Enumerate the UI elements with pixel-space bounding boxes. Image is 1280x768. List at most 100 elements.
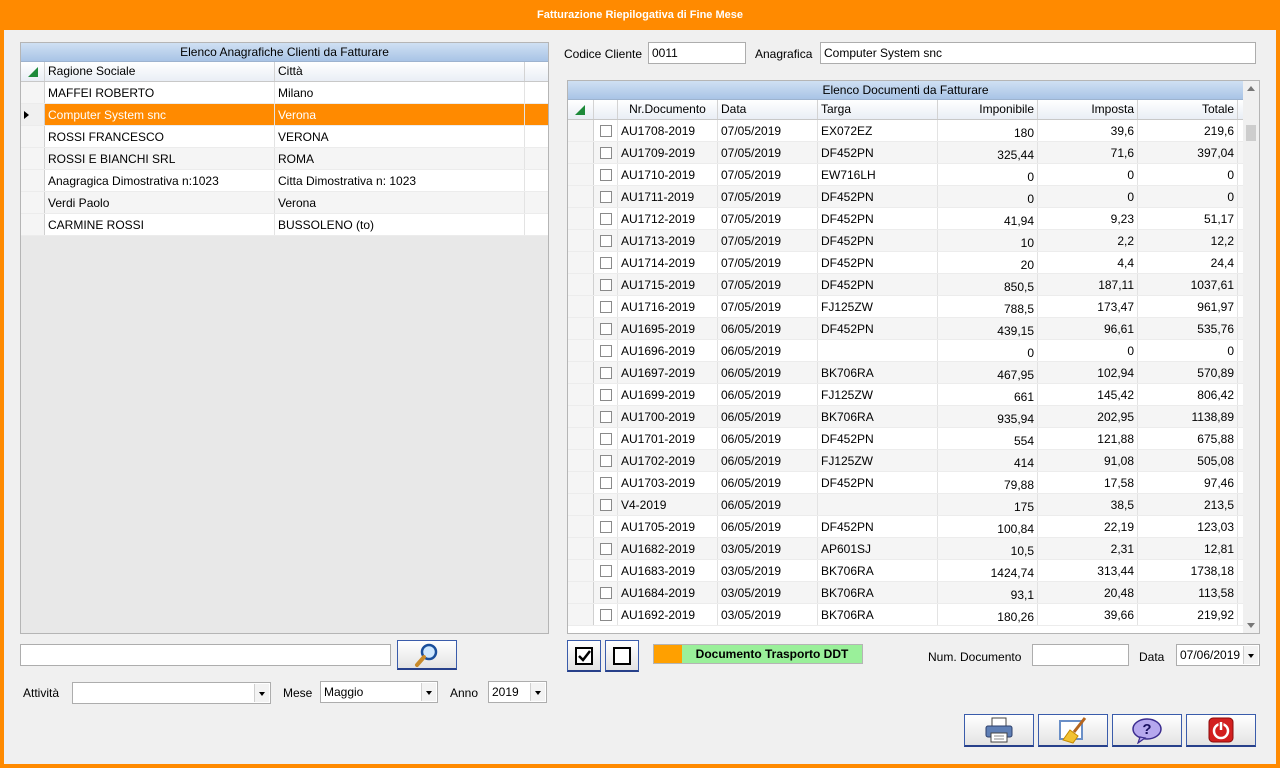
doc-checkbox[interactable] bbox=[599, 322, 612, 335]
clear-button[interactable] bbox=[1038, 714, 1108, 747]
doc-checkbox-cell[interactable] bbox=[594, 384, 618, 405]
doc-checkbox-cell[interactable] bbox=[594, 560, 618, 581]
col-data[interactable]: Data bbox=[718, 100, 818, 119]
document-row[interactable]: AU1709-2019 07/05/2019 DF452PN 325,44 71,6 39… bbox=[568, 142, 1243, 164]
col-totale[interactable]: Totale bbox=[1138, 100, 1238, 119]
doc-checkbox-cell[interactable] bbox=[594, 274, 618, 295]
row-selector[interactable] bbox=[568, 186, 594, 207]
col-imposta[interactable]: Imposta bbox=[1038, 100, 1138, 119]
doc-checkbox-cell[interactable] bbox=[594, 538, 618, 559]
document-row[interactable]: AU1714-2019 07/05/2019 DF452PN 20 4,4 24,4 bbox=[568, 252, 1243, 274]
doc-checkbox[interactable] bbox=[599, 432, 612, 445]
doc-checkbox-cell[interactable] bbox=[594, 142, 618, 163]
doc-checkbox-cell[interactable] bbox=[594, 516, 618, 537]
document-row[interactable]: AU1715-2019 07/05/2019 DF452PN 850,5 187,11 1… bbox=[568, 274, 1243, 296]
document-row[interactable]: AU1701-2019 06/05/2019 DF452PN 554 121,88 675… bbox=[568, 428, 1243, 450]
doc-checkbox-cell[interactable] bbox=[594, 208, 618, 229]
row-selector[interactable] bbox=[21, 148, 45, 169]
search-input[interactable] bbox=[20, 644, 391, 666]
doc-checkbox[interactable] bbox=[599, 608, 612, 621]
mese-select[interactable]: Maggio bbox=[320, 681, 438, 703]
doc-checkbox[interactable] bbox=[599, 168, 612, 181]
row-selector[interactable] bbox=[568, 428, 594, 449]
scrollbar-thumb[interactable] bbox=[1246, 125, 1256, 141]
row-selector[interactable] bbox=[568, 362, 594, 383]
document-row[interactable]: AU1696-2019 06/05/2019 0 0 0 bbox=[568, 340, 1243, 362]
doc-checkbox[interactable] bbox=[599, 520, 612, 533]
row-selector[interactable] bbox=[568, 142, 594, 163]
document-row[interactable]: AU1695-2019 06/05/2019 DF452PN 439,15 96,61 5… bbox=[568, 318, 1243, 340]
scroll-up-arrow-icon[interactable] bbox=[1247, 86, 1255, 91]
doc-checkbox-cell[interactable] bbox=[594, 296, 618, 317]
row-selector[interactable] bbox=[568, 318, 594, 339]
doc-checkbox[interactable] bbox=[599, 586, 612, 599]
doc-checkbox[interactable] bbox=[599, 498, 612, 511]
doc-checkbox-cell[interactable] bbox=[594, 406, 618, 427]
doc-checkbox[interactable] bbox=[599, 300, 612, 313]
search-button[interactable] bbox=[397, 640, 457, 670]
row-selector[interactable] bbox=[568, 120, 594, 141]
document-row[interactable]: AU1692-2019 03/05/2019 BK706RA 180,26 39,66 2… bbox=[568, 604, 1243, 626]
row-selector[interactable] bbox=[568, 406, 594, 427]
doc-checkbox[interactable] bbox=[599, 388, 612, 401]
document-row[interactable]: AU1708-2019 07/05/2019 EX072EZ 180 39,6 219,6 bbox=[568, 120, 1243, 142]
doc-checkbox[interactable] bbox=[599, 124, 612, 137]
doc-checkbox-cell[interactable] bbox=[594, 340, 618, 361]
doc-checkbox[interactable] bbox=[599, 564, 612, 577]
attivita-select[interactable] bbox=[72, 682, 271, 704]
num-documento-field[interactable] bbox=[1032, 644, 1129, 666]
row-selector[interactable] bbox=[21, 82, 45, 103]
data-picker[interactable]: 07/06/2019 bbox=[1176, 644, 1260, 666]
doc-checkbox[interactable] bbox=[599, 212, 612, 225]
row-selector[interactable] bbox=[568, 560, 594, 581]
doc-checkbox-cell[interactable] bbox=[594, 450, 618, 471]
documents-scrollbar[interactable] bbox=[1243, 81, 1259, 633]
row-selector[interactable] bbox=[568, 384, 594, 405]
document-row[interactable]: AU1697-2019 06/05/2019 BK706RA 467,95 102,94… bbox=[568, 362, 1243, 384]
row-selector[interactable] bbox=[568, 472, 594, 493]
deselect-all-button[interactable] bbox=[605, 640, 639, 672]
doc-checkbox-cell[interactable] bbox=[594, 164, 618, 185]
codice-cliente-field[interactable]: 0011 bbox=[648, 42, 746, 64]
scroll-down-arrow-icon[interactable] bbox=[1247, 623, 1255, 628]
col-citta[interactable]: Città bbox=[275, 62, 525, 81]
chevron-down-icon[interactable] bbox=[421, 683, 436, 701]
doc-checkbox[interactable] bbox=[599, 410, 612, 423]
anno-select[interactable]: 2019 bbox=[488, 681, 547, 703]
document-row[interactable]: AU1703-2019 06/05/2019 DF452PN 79,88 17,58 97… bbox=[568, 472, 1243, 494]
document-row[interactable]: AU1683-2019 03/05/2019 BK706RA 1424,74 313,4… bbox=[568, 560, 1243, 582]
document-row[interactable]: AU1705-2019 06/05/2019 DF452PN 100,84 22,19 1… bbox=[568, 516, 1243, 538]
client-row[interactable]: CARMINE ROSSI BUSSOLENO (to) bbox=[21, 214, 548, 236]
document-row[interactable]: V4-2019 06/05/2019 175 38,5 213,5 bbox=[568, 494, 1243, 516]
client-row[interactable]: Anagragica Dimostrativa n:1023 Citta Dimo… bbox=[21, 170, 548, 192]
doc-checkbox-cell[interactable] bbox=[594, 230, 618, 251]
row-selector[interactable] bbox=[568, 208, 594, 229]
row-selector[interactable] bbox=[568, 252, 594, 273]
doc-checkbox-cell[interactable] bbox=[594, 472, 618, 493]
select-all-corner[interactable] bbox=[568, 100, 594, 119]
col-imponibile[interactable]: Imponibile bbox=[938, 100, 1038, 119]
document-row[interactable]: AU1712-2019 07/05/2019 DF452PN 41,94 9,23 51,… bbox=[568, 208, 1243, 230]
document-row[interactable]: AU1711-2019 07/05/2019 DF452PN 0 0 0 bbox=[568, 186, 1243, 208]
row-selector[interactable] bbox=[568, 164, 594, 185]
row-selector[interactable] bbox=[568, 582, 594, 603]
anagrafica-field[interactable]: Computer System snc bbox=[820, 42, 1256, 64]
col-ragione-sociale[interactable]: Ragione Sociale bbox=[45, 62, 275, 81]
document-row[interactable]: AU1682-2019 03/05/2019 AP601SJ 10,5 2,31 12,8… bbox=[568, 538, 1243, 560]
client-row[interactable]: Computer System snc Verona bbox=[21, 104, 548, 126]
doc-checkbox[interactable] bbox=[599, 454, 612, 467]
doc-checkbox-cell[interactable] bbox=[594, 362, 618, 383]
doc-checkbox-cell[interactable] bbox=[594, 582, 618, 603]
row-selector[interactable] bbox=[21, 214, 45, 235]
row-selector[interactable] bbox=[21, 170, 45, 191]
row-selector[interactable] bbox=[568, 296, 594, 317]
doc-checkbox[interactable] bbox=[599, 278, 612, 291]
document-row[interactable]: AU1713-2019 07/05/2019 DF452PN 10 2,2 12,2 bbox=[568, 230, 1243, 252]
row-selector[interactable] bbox=[568, 494, 594, 515]
row-selector[interactable] bbox=[568, 450, 594, 471]
document-row[interactable]: AU1710-2019 07/05/2019 EW716LH 0 0 0 bbox=[568, 164, 1243, 186]
select-all-corner[interactable] bbox=[21, 62, 45, 81]
doc-checkbox-cell[interactable] bbox=[594, 494, 618, 515]
client-row[interactable]: Verdi Paolo Verona bbox=[21, 192, 548, 214]
document-row[interactable]: AU1699-2019 06/05/2019 FJ125ZW 661 145,42 806… bbox=[568, 384, 1243, 406]
